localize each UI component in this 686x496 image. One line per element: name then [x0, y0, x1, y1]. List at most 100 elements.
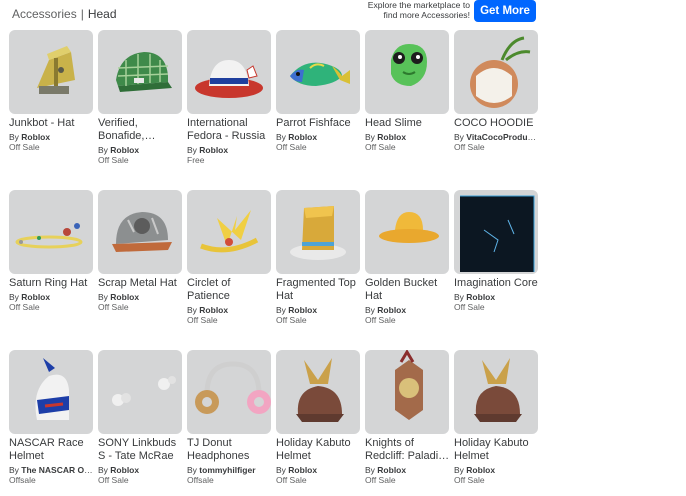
creator-link[interactable]: Roblox — [199, 145, 228, 155]
item-name[interactable]: SONY Linkbuds S - Tate McRae — [98, 437, 184, 463]
item-thumbnail[interactable] — [454, 30, 538, 114]
creator-prefix: By — [9, 132, 19, 142]
item-thumbnail[interactable] — [98, 350, 182, 434]
item-thumbnail[interactable] — [9, 30, 93, 114]
item-status: Off Sale — [98, 155, 129, 165]
item-thumbnail[interactable] — [454, 190, 538, 274]
creator-prefix: By — [365, 465, 375, 475]
creator-link[interactable]: Roblox — [110, 465, 139, 475]
creator-link[interactable]: Roblox — [288, 132, 317, 142]
item-name[interactable]: COCO HOODIE — [454, 117, 540, 130]
item-thumbnail[interactable] — [454, 350, 538, 434]
item-thumbnail[interactable] — [365, 350, 449, 434]
item-card[interactable]: Scrap Metal Hat By Roblox Off Sale — [98, 190, 182, 312]
item-status: Offsale — [9, 475, 36, 485]
item-card[interactable]: NASCAR Race Helmet By The NASCAR Offi… Off… — [9, 350, 95, 485]
item-card[interactable]: Head Slime By Roblox Off Sale — [365, 30, 449, 152]
item-card[interactable]: Junkbot - Hat By Roblox Off Sale — [9, 30, 93, 152]
item-creator: By Roblox — [454, 292, 540, 302]
item-creator: By Roblox — [365, 132, 451, 142]
item-card[interactable]: Holiday Kabuto Helmet By Roblox Off Sale — [276, 350, 360, 485]
item-status: Off Sale — [9, 142, 40, 152]
item-thumbnail[interactable] — [276, 350, 360, 434]
creator-link[interactable]: VitaCocoProducti… — [466, 132, 540, 142]
item-name[interactable]: Holiday Kabuto Helmet — [454, 437, 540, 463]
creator-link[interactable]: Roblox — [288, 465, 317, 475]
item-card[interactable]: TJ Donut Headphones By tommyhilfiger Offsa… — [187, 350, 271, 485]
item-creator: By Roblox — [454, 465, 540, 475]
item-status: Off Sale — [98, 475, 129, 485]
item-status: Offsale — [187, 475, 214, 485]
creator-link[interactable]: Roblox — [110, 292, 139, 302]
item-creator: By Roblox — [9, 132, 95, 142]
creator-prefix: By — [9, 465, 19, 475]
creator-prefix: By — [276, 465, 286, 475]
item-name[interactable]: Parrot Fishface — [276, 117, 362, 130]
item-thumbnail[interactable] — [365, 30, 449, 114]
creator-link[interactable]: Roblox — [288, 305, 317, 315]
creator-link[interactable]: Roblox — [466, 292, 495, 302]
creator-link[interactable]: Roblox — [199, 305, 228, 315]
item-name[interactable]: Junkbot - Hat — [9, 117, 95, 130]
creator-link[interactable]: Roblox — [21, 292, 50, 302]
item-card[interactable]: SONY Linkbuds S - Tate McRae By Roblox Off… — [98, 350, 182, 485]
item-thumbnail[interactable] — [365, 190, 449, 274]
item-thumbnail[interactable] — [9, 190, 93, 274]
item-thumbnail[interactable] — [276, 190, 360, 274]
item-card[interactable]: Holiday Kabuto Helmet By Roblox Off Sale — [454, 350, 538, 485]
item-card[interactable]: Circlet of Patience By Roblox Off Sale — [187, 190, 271, 325]
creator-prefix: By — [98, 145, 108, 155]
item-name[interactable]: Golden Bucket Hat — [365, 277, 451, 303]
breadcrumb: Accessories | Head — [12, 7, 117, 21]
item-name[interactable]: Circlet of Patience — [187, 277, 273, 303]
creator-link[interactable]: Roblox — [377, 305, 406, 315]
item-name[interactable]: Scrap Metal Hat — [98, 277, 184, 290]
item-name[interactable]: Verified, Bonafide,… — [98, 117, 184, 143]
item-name[interactable]: Imagination Core — [454, 277, 540, 290]
item-creator: By Roblox — [276, 305, 362, 315]
creator-link[interactable]: tommyhilfiger — [199, 465, 255, 475]
item-name[interactable]: TJ Donut Headphones — [187, 437, 273, 463]
item-name[interactable]: Fragmented Top Hat — [276, 277, 362, 303]
creator-link[interactable]: Roblox — [466, 465, 495, 475]
item-status: Off Sale — [276, 142, 307, 152]
item-name[interactable]: Holiday Kabuto Helmet — [276, 437, 362, 463]
item-creator: By Roblox — [365, 305, 451, 315]
item-card[interactable]: Golden Bucket Hat By Roblox Off Sale — [365, 190, 449, 325]
item-card[interactable]: Fragmented Top Hat By Roblox Off Sale — [276, 190, 360, 325]
item-name[interactable]: International Fedora - Russia — [187, 117, 273, 143]
item-card[interactable]: Verified, Bonafide,… By Roblox Off Sale — [98, 30, 182, 165]
creator-prefix: By — [9, 292, 19, 302]
item-card[interactable]: Parrot Fishface By Roblox Off Sale — [276, 30, 360, 152]
creator-link[interactable]: Roblox — [377, 132, 406, 142]
item-thumbnail[interactable] — [187, 30, 271, 114]
creator-prefix: By — [276, 305, 286, 315]
item-thumbnail[interactable] — [187, 190, 271, 274]
creator-prefix: By — [365, 305, 375, 315]
item-thumbnail[interactable] — [276, 30, 360, 114]
item-status: Off Sale — [187, 315, 218, 325]
creator-link[interactable]: The NASCAR Offi… — [21, 465, 95, 475]
get-more-button[interactable]: Get More — [474, 0, 536, 22]
creator-prefix: By — [187, 305, 197, 315]
item-thumbnail[interactable] — [187, 350, 271, 434]
item-name[interactable]: NASCAR Race Helmet — [9, 437, 95, 463]
breadcrumb-accessories[interactable]: Accessories — [12, 7, 77, 21]
item-card[interactable]: COCO HOODIE By VitaCocoProducti… Off Sale — [454, 30, 540, 152]
item-name[interactable]: Saturn Ring Hat — [9, 277, 95, 290]
item-name[interactable]: Knights of Redcliff: Paladi… — [365, 437, 451, 463]
item-thumbnail[interactable] — [98, 30, 182, 114]
item-card[interactable]: International Fedora - Russia By Roblox Fr… — [187, 30, 271, 165]
item-card[interactable]: Imagination Core By Roblox Off Sale — [454, 190, 538, 312]
item-thumbnail[interactable] — [98, 190, 182, 274]
creator-prefix: By — [276, 132, 286, 142]
item-status: Off Sale — [454, 475, 485, 485]
creator-link[interactable]: Roblox — [110, 145, 139, 155]
item-thumbnail[interactable] — [9, 350, 93, 434]
item-status: Off Sale — [365, 315, 396, 325]
creator-link[interactable]: Roblox — [377, 465, 406, 475]
item-name[interactable]: Head Slime — [365, 117, 451, 130]
item-card[interactable]: Knights of Redcliff: Paladi… By Roblox Off… — [365, 350, 449, 485]
creator-link[interactable]: Roblox — [21, 132, 50, 142]
item-card[interactable]: Saturn Ring Hat By Roblox Off Sale — [9, 190, 93, 312]
